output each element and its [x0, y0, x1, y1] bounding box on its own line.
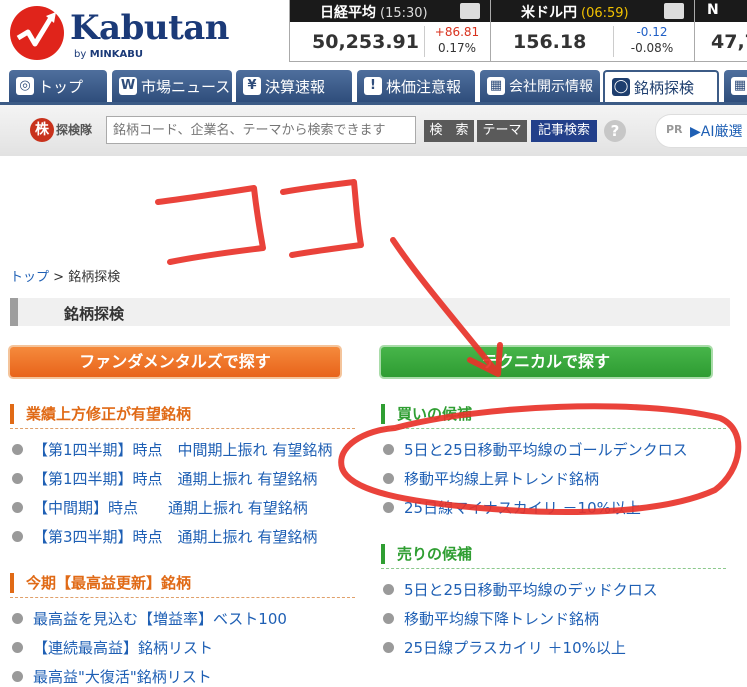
- ticker-change: -0.12 -0.08%: [630, 25, 674, 55]
- ai-selection-link[interactable]: PR ▶AI厳選: [655, 114, 747, 148]
- bullet-icon: [383, 613, 394, 624]
- bullet-icon: [12, 531, 23, 542]
- ticker-nikkei[interactable]: 日経平均 (15:30) 50,253.91 +86.81 0.17%: [289, 0, 490, 62]
- list-item[interactable]: 移動平均線下降トレンド銘柄: [383, 608, 599, 629]
- fundamentals-banner[interactable]: ファンダメンタルズで探す: [10, 347, 340, 377]
- search-input[interactable]: [106, 116, 416, 144]
- home-icon: ◎: [16, 77, 34, 95]
- annotation-ko-1: [155, 185, 266, 265]
- ticker-change: +86.81 0.17%: [434, 25, 480, 55]
- article-search-button[interactable]: 記事検索: [531, 120, 597, 142]
- more-icon: ▦: [731, 77, 747, 95]
- ticker-price: 47,7: [711, 31, 747, 53]
- tab-stock-explore[interactable]: ◯ 銘柄探検: [603, 70, 719, 102]
- section-title-sell-candidates: 売りの候補: [381, 544, 472, 564]
- bullet-icon: [12, 671, 23, 682]
- bullet-icon: [383, 642, 394, 653]
- document-icon: ▦: [487, 77, 505, 95]
- help-icon[interactable]: ?: [604, 120, 626, 142]
- kabutan-logo[interactable]: Kabutan by MINKABU: [8, 4, 248, 62]
- list-item[interactable]: 5日と25日移動平均線のデッドクロス: [383, 579, 658, 600]
- ticker-price: 50,253.91: [312, 31, 419, 53]
- technical-banner[interactable]: テクニカルで探す: [381, 347, 711, 377]
- logo-byline: by MINKABU: [74, 49, 144, 60]
- chart-icon[interactable]: [664, 3, 684, 19]
- breadcrumb-current: 銘柄探検: [68, 270, 121, 285]
- section-title-record-profit: 今期【最高益更新】銘柄: [10, 573, 191, 593]
- bullet-icon: [12, 613, 23, 624]
- list-item[interactable]: 25日線マイナスカイリ －10%以上: [383, 497, 641, 518]
- ticker-usdjpy[interactable]: 米ドル円 (06:59) 156.18 -0.12 -0.08%: [490, 0, 694, 62]
- ticker-name: 米ドル円: [521, 5, 577, 21]
- main-nav: ◎ トップ W 市場ニュース ¥ 決算速報 ! 株価注意報 ▦ 会社開示情報 ◯ 銘柄探検 …: [0, 70, 747, 105]
- page-title-bar: 銘柄探検: [10, 298, 730, 326]
- list-item[interactable]: 【第1四半期】時点 通期上振れ 有望銘柄: [12, 468, 317, 489]
- search-label: 探検隊: [56, 123, 93, 137]
- tab-disclosure[interactable]: ▦ 会社開示情報: [480, 70, 600, 102]
- bullet-icon: [383, 444, 394, 455]
- bullet-icon: [12, 502, 23, 513]
- list-item[interactable]: 最高益"大復活"銘柄リスト: [12, 666, 212, 687]
- list-item[interactable]: 【連続最高益】銘柄リスト: [12, 637, 213, 658]
- logo-wordmark: Kabutan: [70, 8, 230, 48]
- bullet-icon: [383, 473, 394, 484]
- bullet-icon: [383, 584, 394, 595]
- bullet-icon: [12, 642, 23, 653]
- chart-icon[interactable]: [460, 3, 480, 19]
- list-item[interactable]: 【第1四半期】時点 中間期上振れ 有望銘柄: [12, 439, 332, 460]
- breadcrumb-home-link[interactable]: トップ: [10, 270, 49, 285]
- search-icon: ◯: [612, 78, 630, 96]
- theme-button[interactable]: テーマ: [477, 120, 527, 142]
- tab-price-alert[interactable]: ! 株価注意報: [357, 70, 475, 102]
- pr-label: PR: [666, 123, 683, 136]
- section-divider: [381, 568, 726, 569]
- bullet-icon: [12, 473, 23, 484]
- chart-icon: W: [119, 77, 137, 95]
- ticker-price: 156.18: [513, 31, 587, 53]
- section-divider: [381, 428, 726, 429]
- breadcrumb: トップ > 銘柄探検: [10, 270, 121, 285]
- list-item[interactable]: 移動平均線上昇トレンド銘柄: [383, 468, 599, 489]
- ticker-time: (06:59): [581, 6, 629, 21]
- section-title-buy-candidates: 買いの候補: [381, 404, 472, 424]
- list-item[interactable]: 25日線プラスカイリ ＋10%以上: [383, 637, 626, 658]
- logo-mark-icon: [10, 6, 64, 60]
- yen-icon: ¥: [243, 77, 261, 95]
- ticker-name: N: [707, 2, 719, 18]
- section-title-upward-revision: 業績上方修正が有望銘柄: [10, 404, 191, 424]
- section-divider: [10, 597, 355, 598]
- page-title: 銘柄探検: [64, 305, 125, 323]
- warning-icon: !: [364, 77, 382, 95]
- bullet-icon: [12, 444, 23, 455]
- list-item[interactable]: 【中間期】時点 通期上振れ 有望銘柄: [12, 497, 308, 518]
- list-item[interactable]: 最高益を見込む【増益率】ベスト100: [12, 608, 287, 629]
- list-item[interactable]: 【第3四半期】時点 通期上振れ 有望銘柄: [12, 526, 317, 547]
- tab-earnings[interactable]: ¥ 決算速報: [236, 70, 352, 102]
- list-item[interactable]: 5日と25日移動平均線のゴールデンクロス: [383, 439, 688, 460]
- annotation-ko-2: [280, 179, 364, 258]
- tab-more[interactable]: ▦: [724, 70, 747, 102]
- ticker-time: (15:30): [380, 6, 428, 21]
- bullet-icon: [383, 502, 394, 513]
- search-button[interactable]: 検 索: [424, 120, 474, 142]
- ai-selection-label: ▶AI厳選: [690, 124, 743, 140]
- section-divider: [10, 428, 355, 429]
- ticker-name: 日経平均: [320, 5, 376, 21]
- tab-market-news[interactable]: W 市場ニュース: [112, 70, 232, 102]
- ticker-dow[interactable]: N 47,7: [694, 0, 747, 62]
- kabu-badge-icon: 株: [30, 118, 54, 142]
- tab-top[interactable]: ◎ トップ: [9, 70, 107, 102]
